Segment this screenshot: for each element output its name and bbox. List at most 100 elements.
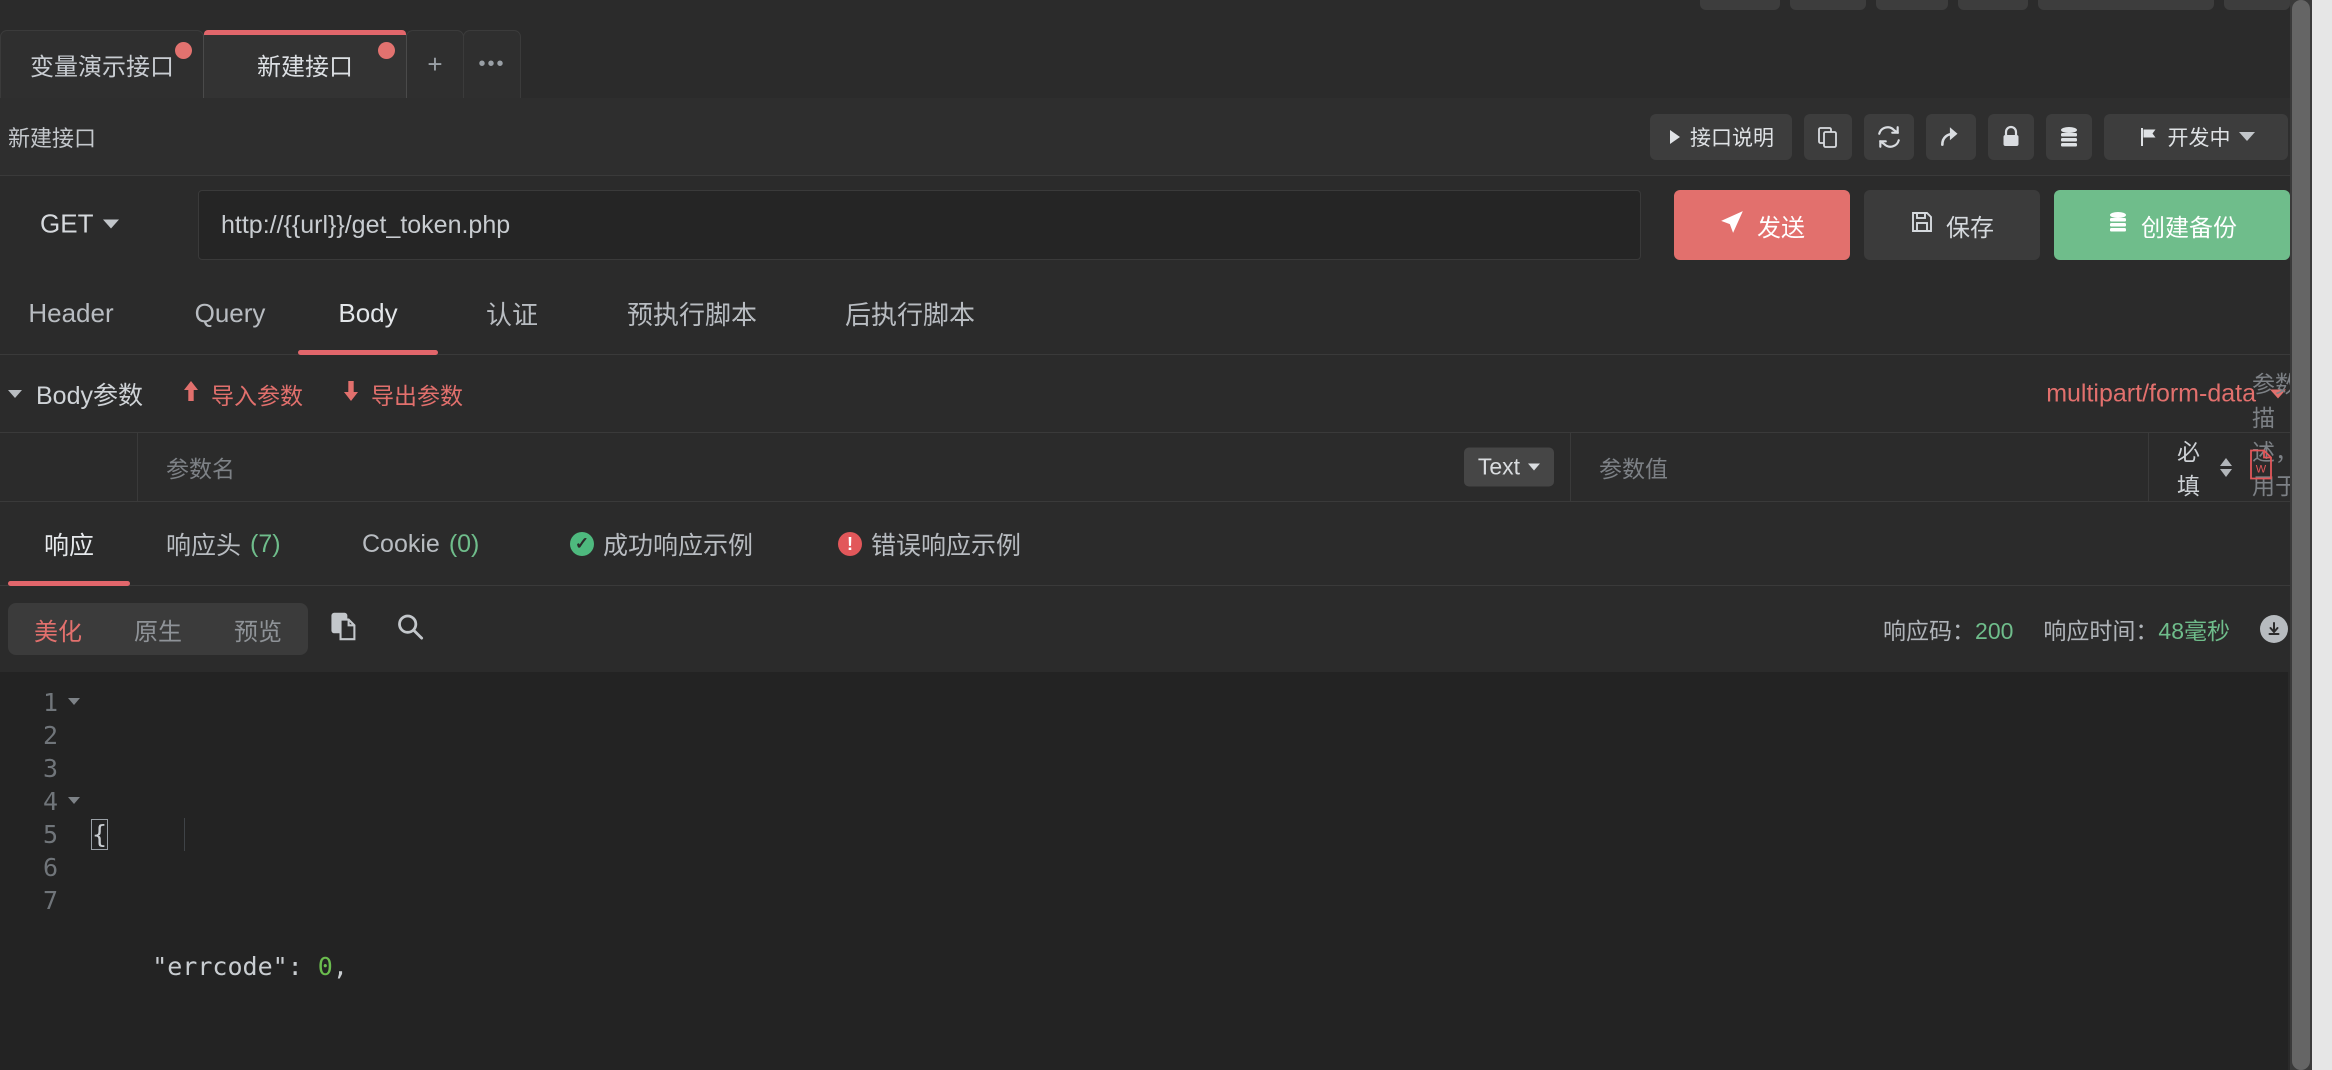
chevron-down-icon [2238,132,2255,141]
required-label: 必填 [2177,439,2200,499]
tab-error-example[interactable]: ! 错误响应示例 [838,502,1021,586]
tab-success-example[interactable]: ✓ 成功响应示例 [570,502,753,586]
param-name-cell[interactable]: 参数名 Text [138,433,1571,501]
response-time-label: 响应时间： [2043,618,2159,644]
tab-label: Header [28,298,114,328]
http-method-dropdown[interactable]: GET [40,208,120,240]
line-number-text: 3 [42,754,58,783]
tab-label: 新建接口 [257,54,353,81]
refresh-icon [1876,124,1902,150]
tab-strip: 变量演示接口 新建接口 + ••• [0,22,2312,98]
clipped-text: . . . . . . . . . . . . . . . . . . . . … [110,0,408,3]
status-code: 响应码：200 [1883,612,2013,646]
search-icon[interactable] [396,613,424,646]
word-doc-icon[interactable]: W [2248,449,2274,485]
copy-doc-icon[interactable] [330,612,358,647]
param-required-cell[interactable]: 必填 参数描述，用于生成文档 W [2149,371,2312,567]
arrow-up-icon [181,379,201,409]
format-beautify-button[interactable]: 美化 [8,603,108,655]
param-value-cell[interactable]: 参数值 [1571,433,2149,501]
api-client-window: . . . . . . . . . . . . . . . . . . . . … [0,0,2312,1070]
tab-count: (7) [250,529,281,558]
content-type-dropdown[interactable]: multipart/form-data [2046,379,2286,408]
response-time-value: 48毫秒 [2158,618,2230,644]
api-status-dropdown[interactable]: 开发中 [2104,113,2288,160]
clipped-button [2224,0,2290,10]
code-token: { [90,819,109,850]
response-body-viewer[interactable]: 1 2 3 4 5 6 7 { "errcode": 0, "errstr": … [0,672,2312,1070]
line-number: 3 [0,752,62,785]
plus-icon: + [427,49,443,79]
floppy-save-icon [1910,210,1934,241]
copy-button[interactable] [1804,113,1852,160]
url-input[interactable]: http://{{url}}/get_token.php [198,190,1641,260]
line-number: 5 [0,818,62,851]
http-method-label: GET [40,208,94,239]
error-circle-icon: ! [838,532,862,556]
tab-query[interactable]: Query [180,272,280,355]
tab-new-api[interactable]: 新建接口 [203,30,407,98]
tab-label: 响应 [43,532,94,560]
export-params-button[interactable]: 导出参数 [341,377,463,411]
code-editor: 1 2 3 4 5 6 7 { "errcode": 0, "errstr": … [0,686,2312,1070]
param-checkbox-cell[interactable] [0,433,138,501]
tab-response-headers[interactable]: 响应头 (7) [166,502,281,586]
param-value-placeholder: 参数值 [1599,456,1668,482]
line-number-text: 2 [42,721,58,750]
tab-label: 认证 [485,300,538,330]
format-preview-button[interactable]: 预览 [208,603,308,655]
page-scrollbar-thumb[interactable] [2292,0,2310,1070]
create-backup-button[interactable]: 创建备份 [2054,190,2290,260]
tab-list: 变量演示接口 新建接口 + ••• [0,26,521,98]
body-params-toggle[interactable]: Body参数 [8,376,143,412]
api-description-button[interactable]: 接口说明 [1650,113,1792,160]
check-circle-icon: ✓ [570,532,594,556]
import-params-label: 导入参数 [210,382,303,409]
tab-body[interactable]: Body [318,272,418,355]
chevron-down-icon [103,219,120,229]
download-circle-icon[interactable] [2260,615,2288,643]
format-beautify-label: 美化 [34,618,82,646]
lock-button[interactable] [1988,113,2034,160]
save-button[interactable]: 保存 [1864,190,2040,260]
response-status-info: 响应码：200 响应时间：48毫秒 [1883,612,2288,646]
tab-auth[interactable]: 认证 [470,272,554,355]
tab-menu-button[interactable]: ••• [463,30,521,98]
tab-label: 错误响应示例 [871,532,1022,560]
tab-post-script[interactable]: 后执行脚本 [818,272,1002,355]
clipped-toolbar [1700,0,2290,10]
line-number-text: 7 [42,886,58,915]
unsaved-dot-icon [378,42,395,59]
add-tab-button[interactable]: + [406,30,464,98]
param-type-dropdown[interactable]: Text [1463,447,1554,487]
line-number-text: 1 [42,688,58,717]
clipped-button [1958,0,2028,10]
response-format-bar: 美化 原生 预览 响应码：200 响应时间：48毫秒 [0,586,2312,672]
import-params-button[interactable]: 导入参数 [181,377,303,411]
share-arrow-icon [1938,124,1964,150]
page-scrollbar[interactable] [2290,0,2312,1070]
sort-arrows-icon[interactable] [2220,457,2232,477]
tab-header[interactable]: Header [16,272,126,355]
database-icon [2107,210,2129,241]
tab-label: Cookie [362,529,440,558]
line-number: 6 [0,851,62,884]
code-token: : [287,952,318,981]
send-button[interactable]: 发送 [1674,190,1850,260]
code-content[interactable]: { "errcode": 0, "errstr": "success", "da… [62,686,2312,1070]
tab-variable-demo-api[interactable]: 变量演示接口 [0,30,204,98]
tab-cookie[interactable]: Cookie (0) [362,502,479,586]
tab-label: 预执行脚本 [626,300,757,330]
tab-label: Body [338,298,398,328]
tab-response[interactable]: 响应 [8,502,130,586]
api-header: 新建接口 接口说明 开发中 [0,98,2312,176]
format-raw-button[interactable]: 原生 [108,603,208,655]
copy-icon [1816,125,1840,149]
share-button[interactable] [1926,113,1976,160]
param-table-row: 参数名 Text 参数值 必填 参数描述，用于生成文档 W [0,371,2312,567]
refresh-button[interactable] [1864,113,1914,160]
tab-pre-script[interactable]: 预执行脚本 [600,272,784,355]
clipped-button [1790,0,1866,10]
database-button[interactable] [2046,113,2092,160]
body-params-label: Body参数 [36,381,143,410]
